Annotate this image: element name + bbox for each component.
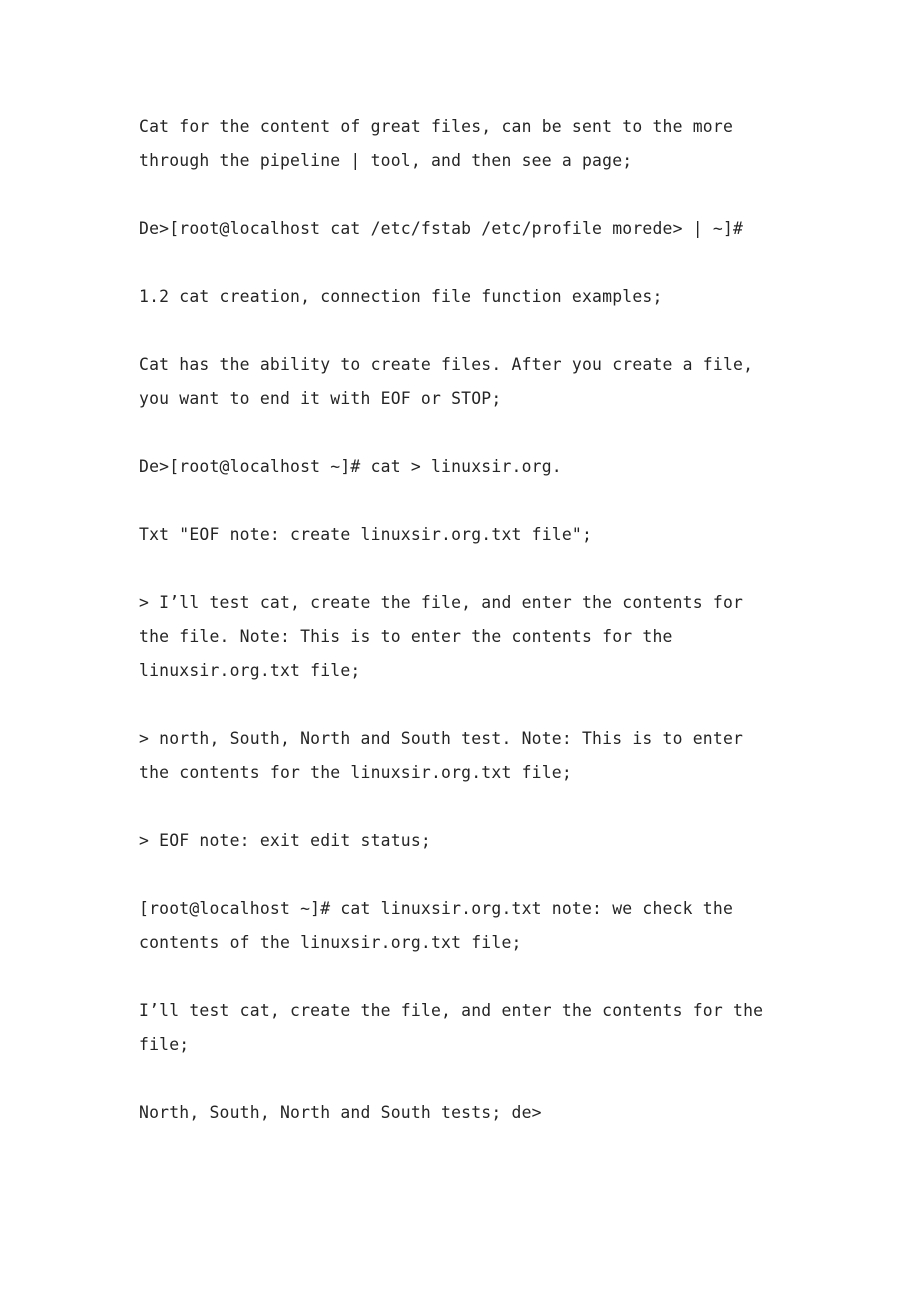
paragraph-output-ill-test-cat: I’ll test cat, create the file, and ente… — [139, 1001, 774, 1054]
paragraph-cat-create-ability: Cat has the ability to create files. Aft… — [139, 355, 764, 408]
document-page: Cat for the content of great files, can … — [0, 0, 920, 1302]
paragraph-input-line-north-south: > north, South, North and South test. No… — [139, 729, 754, 782]
paragraph-output-north-south-tests: North, South, North and South tests; de> — [139, 1103, 542, 1122]
paragraph-input-line-ill-test-cat: > I’ll test cat, create the file, and en… — [139, 593, 754, 680]
paragraph-input-line-eof-note: > EOF note: exit edit status; — [139, 831, 431, 850]
paragraph-command-cat-redirect: De>[root@localhost ~]# cat > linuxsir.or… — [139, 457, 562, 476]
paragraph-txt-eof-note: Txt "EOF note: create linuxsir.org.txt f… — [139, 525, 593, 544]
paragraph-command-cat-check-contents: [root@localhost ~]# cat linuxsir.org.txt… — [139, 899, 744, 952]
paragraph-cat-more-pipe: Cat for the content of great files, can … — [139, 117, 744, 170]
document-text-body: Cat for the content of great files, can … — [139, 110, 781, 1130]
paragraph-heading-1-2: 1.2 cat creation, connection file functi… — [139, 287, 663, 306]
paragraph-command-cat-fstab-profile: De>[root@localhost cat /etc/fstab /etc/p… — [139, 219, 744, 238]
